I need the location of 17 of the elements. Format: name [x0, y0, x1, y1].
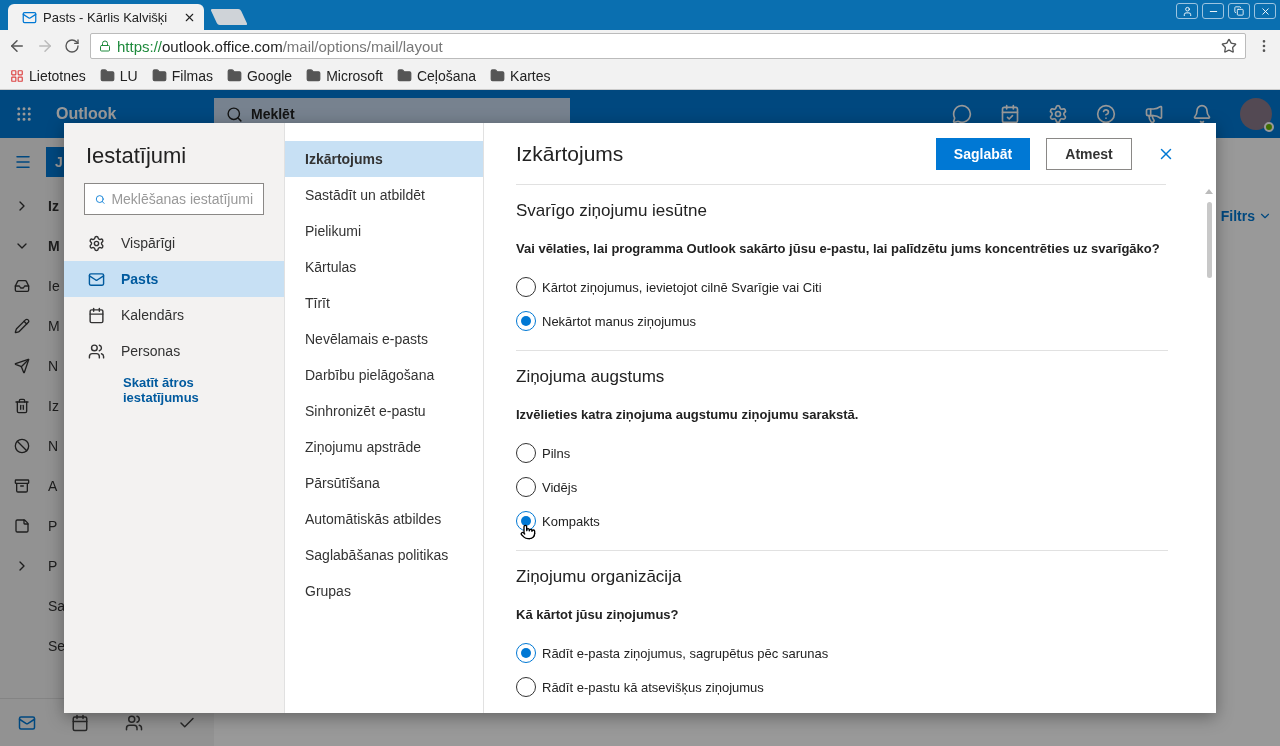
- section-title: Ziņojuma augstums: [516, 367, 666, 387]
- option-label: Vidējs: [542, 479, 578, 495]
- section-question: Vai vēlaties, lai programma Outlook sakārto jūsu e-pastu, lai palīdzētu jums koncentrēties uz svarīgāko?: [516, 241, 1161, 256]
- page-title: Izkārtojums: [516, 141, 624, 166]
- section-title: Svarīgo ziņojumu iesūtne: [516, 201, 708, 221]
- option-label: Rādīt e-pastu kā atsevišķus ziņojumus: [542, 679, 764, 695]
- dialog-title: Iestatījumi: [85, 143, 188, 170]
- option-label: Pilns: [542, 445, 571, 461]
- option-label: Rādīt e-pasta ziņojumus, sagrupētus pēc sarunas: [542, 645, 829, 661]
- section-question: Kā kārtot jūsu ziņojumus?: [516, 607, 680, 622]
- app-name: Outlook: [55, 105, 118, 123]
- section-question: Izvēlieties katra ziņojuma augstumu ziņojumu sarakstā.: [516, 407, 860, 422]
- tab-title: Pasts - Kārlis Kalvišķi: [43, 9, 169, 25]
- section-title: Ziņojumu organizācija: [516, 567, 683, 587]
- option-label: Nekārtot manus ziņojumus: [542, 313, 696, 329]
- option-label: Kārtot ziņojumus, ievietojot cilnē Svarīgie vai Citi: [542, 279, 822, 295]
- option-label: Kompakts: [542, 513, 600, 529]
